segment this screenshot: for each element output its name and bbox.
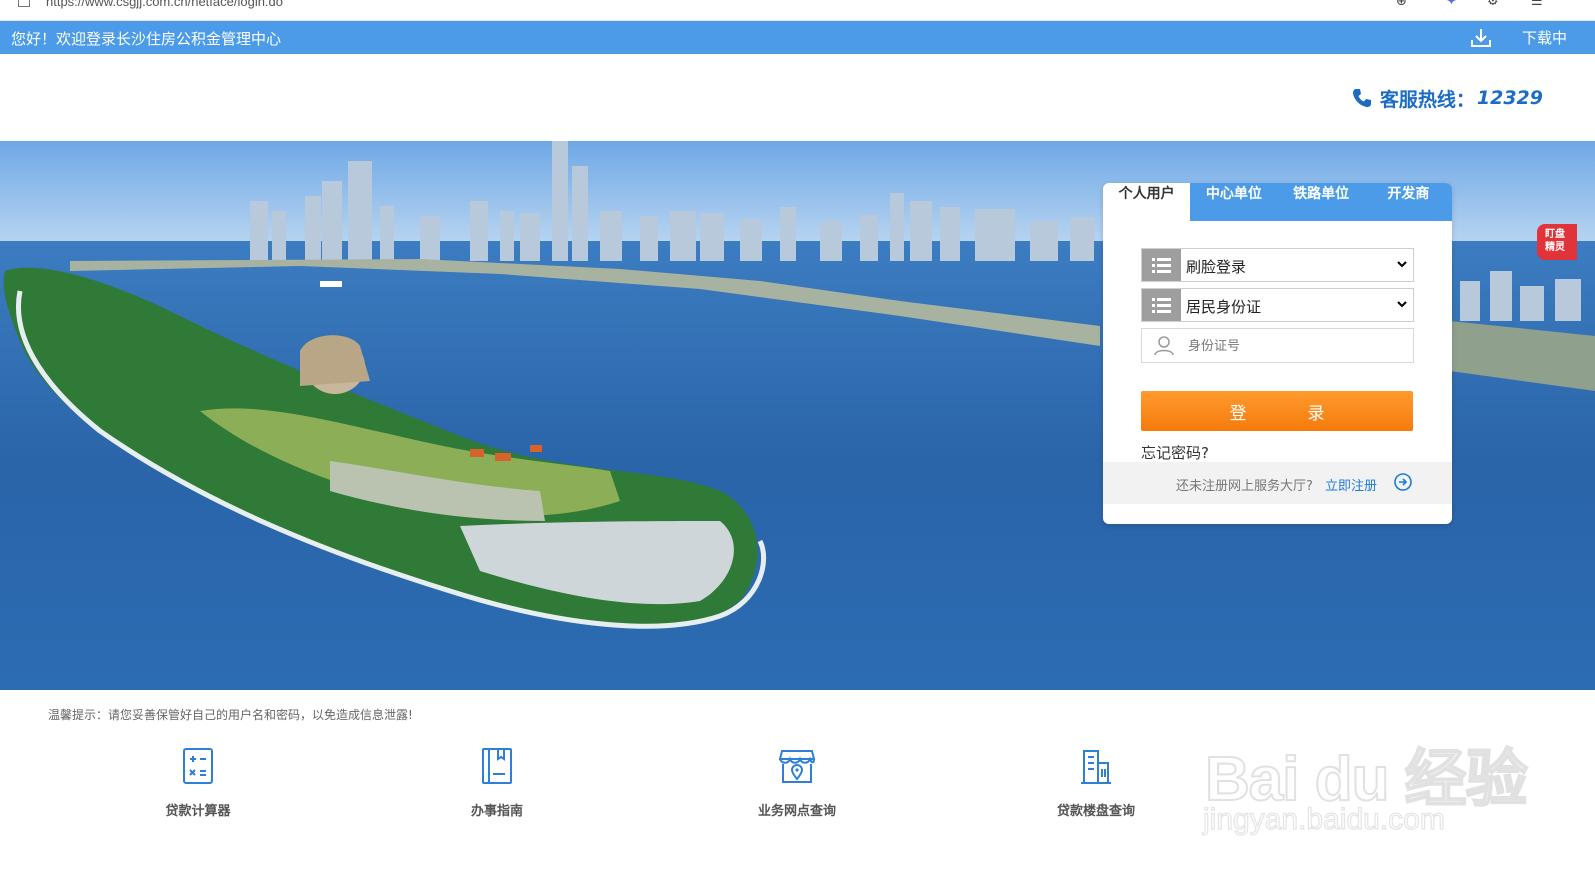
user-type-tabs: 个人用户 中心单位 铁路单位 开发商 [1103,183,1452,221]
login-button[interactable]: 登 录 [1141,391,1413,431]
list-icon [1142,249,1181,281]
id-number-field [1141,328,1414,363]
page-icon [18,0,30,7]
tab-developer[interactable]: 开发商 [1365,183,1452,221]
hotline: 客服热线： 12329 [1352,85,1543,111]
quick-link-label: 办事指南 [470,804,523,819]
user-icon [1154,336,1174,356]
calculator-icon [183,748,213,784]
top-bar: 您好！欢迎登录长沙住房公积金管理中心 下载中 [0,21,1595,54]
chevron-down-icon [1397,261,1407,268]
browser-address-bar[interactable]: https://www.csgjj.com.cn/netface/login.d… [0,0,1595,21]
favorite-icon[interactable]: ✦ [1446,0,1457,9]
arrow-right-circle-icon[interactable] [1394,473,1412,491]
tab-personal-user[interactable]: 个人用户 [1103,183,1191,221]
hotline-label: 客服热线： [1379,88,1475,111]
list-icon [1142,289,1181,321]
side-widget-tag[interactable]: 盯盘 精灵 [1537,224,1577,260]
register-prompt: 还未注册网上服务大厅? [1176,479,1313,494]
quick-link-label: 贷款楼盘查询 [1056,804,1135,819]
baidu-jingyan-watermark: Bai du 经验 jingyan.baidu.com [1195,700,1528,850]
service-outlet-icon [778,750,816,783]
forgot-password-link[interactable]: 忘记密码? [1141,442,1209,463]
register-link[interactable]: 立即注册 [1325,475,1377,494]
login-method-value: 刷脸登录 [1186,258,1247,276]
extensions-icon[interactable]: ⚙ [1487,0,1499,9]
phone-icon [1352,89,1371,107]
watermark-domain: jingyan.baidu.com [1202,802,1445,836]
security-tip: 温馨提示：请您妥善保管好自己的用户名和密码，以免造成信息泄露! [48,708,413,722]
welcome-text: 您好！欢迎登录长沙住房公积金管理中心 [11,30,282,48]
id-number-input[interactable] [1186,333,1400,359]
building-icon [1081,750,1111,784]
login-method-select[interactable]: 刷脸登录 [1141,248,1414,282]
quick-link-guide[interactable]: 办事指南 [417,746,577,819]
quick-link-label: 贷款计算器 [165,804,231,819]
side-tag-line1: 盯盘 [1545,229,1565,240]
download-link[interactable]: 下载中 [1522,27,1567,48]
address-url[interactable]: https://www.csgjj.com.cn/netface/login.d… [46,0,283,9]
hotline-number: 12329 [1476,87,1543,109]
quick-link-label: 业务网点查询 [757,804,836,819]
collections-icon[interactable]: ☰ [1531,0,1543,9]
register-bar: 还未注册网上服务大厅? 立即注册 [1103,462,1452,504]
quick-link-loan-building-search[interactable]: 贷款楼盘查询 [1016,746,1176,819]
quick-link-outlet-search[interactable]: 业务网点查询 [717,746,877,819]
id-type-select[interactable]: 居民身份证 [1141,288,1414,322]
side-tag-line2: 精灵 [1545,242,1565,253]
download-icon[interactable] [1470,28,1492,48]
quick-link-loan-calculator[interactable]: 贷款计算器 [118,746,278,819]
tab-center-unit[interactable]: 中心单位 [1190,183,1277,221]
login-panel: 个人用户 中心单位 铁路单位 开发商 刷脸登录 居民身份证 登 录 忘记密码? … [1103,183,1452,524]
tab-railway-unit[interactable]: 铁路单位 [1278,183,1365,221]
id-type-value: 居民身份证 [1186,298,1262,316]
zoom-icon[interactable]: ⊕ [1396,0,1407,9]
chevron-down-icon [1397,301,1407,308]
guide-book-icon [482,748,512,784]
